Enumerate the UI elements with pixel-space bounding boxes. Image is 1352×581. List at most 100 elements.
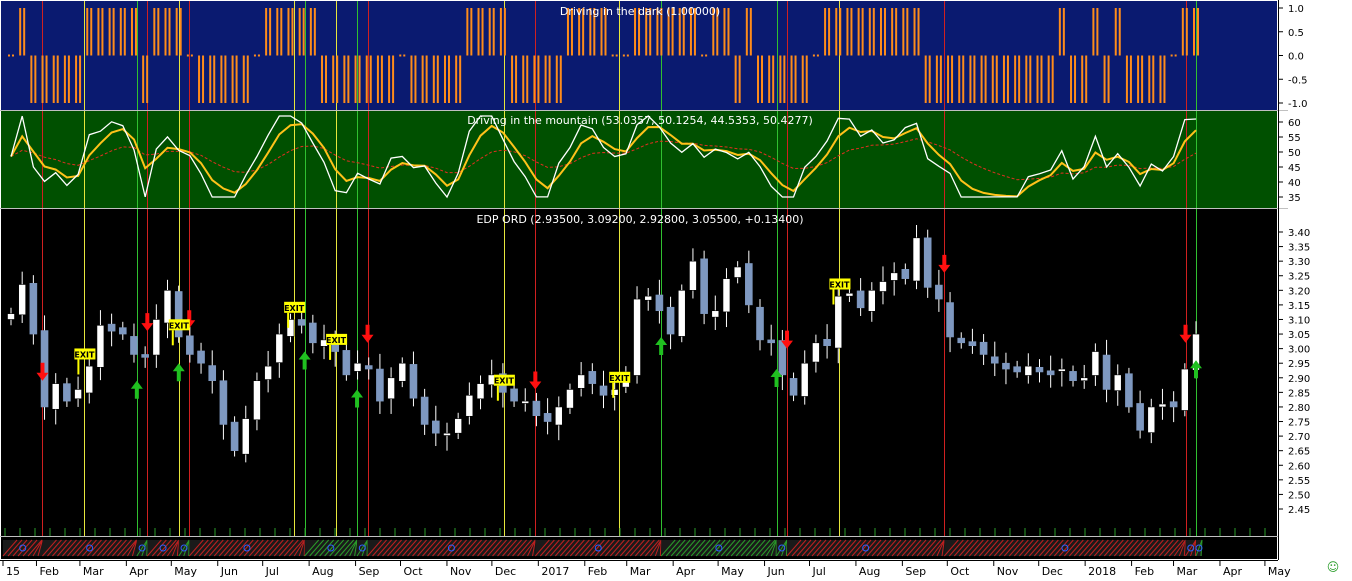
dark-indicator-dot xyxy=(705,55,707,57)
x-tick-label: May xyxy=(721,565,744,577)
candle-body xyxy=(298,319,305,325)
dark-indicator-bar xyxy=(68,56,70,104)
candle-body xyxy=(578,375,585,388)
chart-canvas[interactable]: EXITEXITEXITEXITEXITEXITEXIT Driving in … xyxy=(0,0,1352,577)
candle-body xyxy=(1025,366,1032,375)
dark-indicator-bar xyxy=(120,8,122,56)
dark-indicator-dot xyxy=(817,55,819,57)
dark-indicator-bar xyxy=(303,8,305,56)
candle-body xyxy=(812,343,819,362)
candle-body xyxy=(969,342,976,346)
dark-indicator-bar xyxy=(343,56,345,104)
candle-body xyxy=(511,389,518,401)
candle-body xyxy=(533,401,540,416)
dark-indicator-bar xyxy=(280,8,282,56)
candle-body xyxy=(555,407,562,425)
candle-body xyxy=(935,285,942,299)
dark-indicator-bar xyxy=(884,8,886,56)
dark-indicator-bar xyxy=(124,8,126,56)
candle-body xyxy=(86,366,93,393)
x-tick-label: Apr xyxy=(129,565,149,577)
candle-body xyxy=(220,381,227,425)
dark-indicator-bar xyxy=(448,56,450,104)
dark-indicator-bar xyxy=(735,56,737,104)
dark-indicator-bar xyxy=(936,56,938,104)
dark-indicator-bar xyxy=(310,8,312,56)
y-tick-label: 3.35 xyxy=(1288,243,1310,254)
dark-indicator-bar xyxy=(779,56,781,104)
dark-indicator-bar xyxy=(1014,56,1016,104)
dark-indicator-bar xyxy=(157,8,159,56)
dark-indicator-bar xyxy=(299,8,301,56)
dark-indicator-bar xyxy=(985,56,987,104)
exit-label: EXIT xyxy=(169,321,190,330)
dark-indicator-bar xyxy=(1119,8,1121,56)
x-tick-label: Oct xyxy=(950,565,970,577)
candle-body xyxy=(75,389,82,398)
dark-indicator-bar xyxy=(962,56,964,104)
candle-body xyxy=(164,290,171,323)
x-tick-label: Jun xyxy=(220,565,238,577)
dark-indicator-bar xyxy=(1186,8,1188,56)
dark-indicator-bar xyxy=(46,56,48,104)
dark-indicator-bar xyxy=(19,8,21,56)
x-tick-label: Sep xyxy=(905,565,926,577)
x-tick-label: Oct xyxy=(404,565,424,577)
x-tick-label: May xyxy=(1268,565,1291,577)
candle-body xyxy=(410,364,417,398)
x-tick-label: Jul xyxy=(811,565,825,577)
dark-indicator-bar xyxy=(791,56,793,104)
dark-indicator-bar xyxy=(1141,56,1143,104)
x-tick-label: Aug xyxy=(859,565,880,577)
y-tick-label: 2.75 xyxy=(1288,418,1310,429)
dark-indicator-bar xyxy=(1085,56,1087,104)
dark-indicator-bar xyxy=(180,8,182,56)
candle-body xyxy=(52,384,59,410)
candle-body xyxy=(913,238,920,281)
dark-indicator-bar xyxy=(34,56,36,104)
dark-indicator-bar xyxy=(269,8,271,56)
dark-indicator-bar xyxy=(873,8,875,56)
dark-indicator-bar xyxy=(478,8,480,56)
candle-body xyxy=(980,342,987,354)
candle-body xyxy=(757,307,764,340)
dark-indicator-bar xyxy=(824,8,826,56)
smiley-icon[interactable]: ☺ xyxy=(1326,560,1340,574)
dark-indicator-bar xyxy=(422,56,424,104)
candle-body xyxy=(432,421,439,433)
exit-label: EXIT xyxy=(284,304,305,313)
candle-body xyxy=(209,366,216,381)
dark-indicator-dot xyxy=(258,55,260,57)
dark-indicator-bar xyxy=(918,8,920,56)
x-tick-label: Mar xyxy=(630,565,651,577)
candle-body xyxy=(846,293,853,296)
dark-indicator-bar xyxy=(757,56,759,104)
y-tick-label: 2.50 xyxy=(1288,490,1310,501)
x-axis-ticks: 15FebMarAprMayJunJulAugSepOctNovDec2017F… xyxy=(3,560,1291,577)
dark-indicator-bar xyxy=(750,8,752,56)
candle-body xyxy=(1070,371,1077,380)
dark-indicator-bar xyxy=(526,56,528,104)
dark-indicator-bar xyxy=(768,56,770,104)
x-tick-label: Feb xyxy=(588,565,607,577)
dark-indicator-bar xyxy=(1025,56,1027,104)
dark-indicator-bar xyxy=(392,56,394,104)
dark-indicator-bar xyxy=(895,8,897,56)
dark-indicator-bar xyxy=(839,8,841,56)
candle-body xyxy=(231,422,238,451)
candle-body xyxy=(868,290,875,311)
dark-indicator-bar xyxy=(437,56,439,104)
dark-indicator-bar xyxy=(146,56,148,104)
x-tick-label: Mar xyxy=(1177,565,1198,577)
dark-indicator-bar xyxy=(97,8,99,56)
y-tick-label: -0.5 xyxy=(1288,75,1308,86)
dark-indicator-bar xyxy=(247,56,249,104)
candle-body xyxy=(186,336,193,355)
dark-indicator-bar xyxy=(1108,56,1110,104)
dark-indicator-bar xyxy=(1096,8,1098,56)
y-tick-label: 2.90 xyxy=(1288,374,1310,385)
dark-indicator-bar xyxy=(224,56,226,104)
dark-indicator-dot xyxy=(616,55,618,57)
dark-indicator-bar xyxy=(515,56,517,104)
dark-indicator-bar xyxy=(459,56,461,104)
